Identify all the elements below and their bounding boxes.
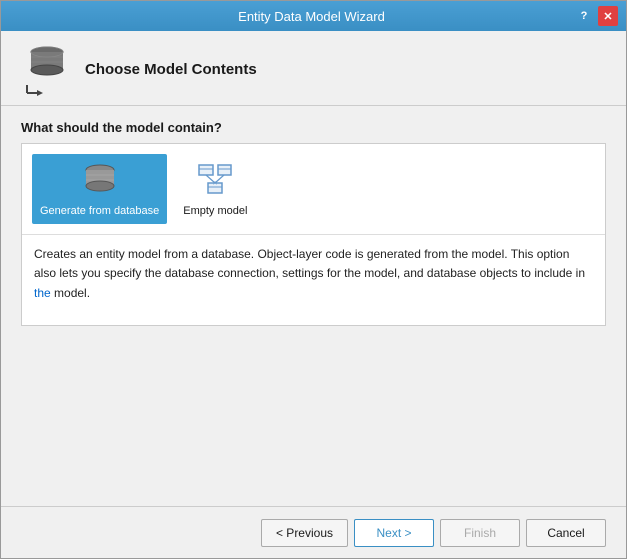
wizard-window: Entity Data Model Wizard ? ✕: [0, 0, 627, 559]
empty-model-label: Empty model: [183, 204, 247, 218]
section-label: What should the model contain?: [21, 120, 606, 135]
previous-button[interactable]: < Previous: [261, 519, 348, 547]
empty-model-icon: [195, 160, 235, 200]
wizard-header: Choose Model Contents: [1, 31, 626, 106]
choices-row: Generate from database: [22, 144, 605, 235]
model-panel: Generate from database: [21, 143, 606, 326]
cancel-button[interactable]: Cancel: [526, 519, 606, 547]
generate-db-label: Generate from database: [40, 204, 159, 218]
page-title: Choose Model Contents: [85, 61, 257, 78]
description-area: Creates an entity model from a database.…: [22, 235, 605, 324]
main-content: What should the model contain?: [1, 106, 626, 506]
next-button[interactable]: Next >: [354, 519, 434, 547]
db-choice-icon: [80, 160, 120, 200]
choice-empty-model[interactable]: Empty model: [175, 154, 255, 224]
button-bar: < Previous Next > Finish Cancel: [1, 506, 626, 558]
help-button[interactable]: ?: [574, 6, 594, 26]
choice-generate-from-db[interactable]: Generate from database: [32, 154, 167, 224]
highlight-text: the: [34, 286, 51, 300]
title-bar-controls: ? ✕: [574, 6, 618, 26]
description-text: Creates an entity model from a database.…: [34, 247, 585, 299]
title-bar: Entity Data Model Wizard ? ✕: [1, 1, 626, 31]
header-icon: [21, 45, 73, 93]
finish-button[interactable]: Finish: [440, 519, 520, 547]
window-title: Entity Data Model Wizard: [49, 9, 574, 24]
close-button[interactable]: ✕: [598, 6, 618, 26]
